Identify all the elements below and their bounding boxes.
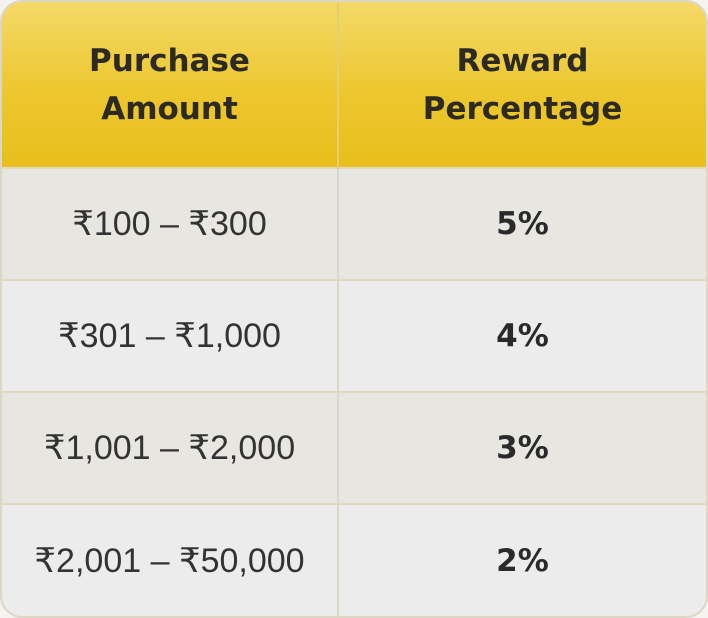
table-row: ₹1,001 – ₹2,000 3%	[2, 391, 706, 504]
header-text: Percentage	[422, 90, 623, 127]
reward-percentage-header: Reward Percentage	[338, 2, 706, 168]
reward-percentage-cell: 5%	[338, 167, 706, 280]
purchase-amount-cell: ₹100 – ₹300	[2, 167, 339, 280]
reward-table-card: Purchase Amount Reward Percentage ₹100 –…	[0, 0, 708, 618]
reward-percentage-cell: 2%	[338, 503, 706, 616]
reward-table: Purchase Amount Reward Percentage ₹100 –…	[2, 2, 706, 616]
purchase-amount-cell: ₹2,001 – ₹50,000	[2, 503, 339, 616]
table-row: ₹100 – ₹300 5%	[2, 167, 706, 280]
reward-percentage-cell: 3%	[338, 391, 706, 504]
header-text: Amount	[101, 90, 238, 127]
purchase-amount-cell: ₹1,001 – ₹2,000	[2, 391, 339, 504]
table-header-row: Purchase Amount Reward Percentage	[2, 2, 706, 168]
reward-percentage-cell: 4%	[338, 279, 706, 392]
purchase-amount-header: Purchase Amount	[2, 2, 339, 168]
header-text: Purchase	[89, 42, 250, 79]
header-text: Reward	[456, 42, 589, 79]
purchase-amount-cell: ₹301 – ₹1,000	[2, 279, 339, 392]
table-row: ₹301 – ₹1,000 4%	[2, 279, 706, 392]
table-row: ₹2,001 – ₹50,000 2%	[2, 503, 706, 616]
